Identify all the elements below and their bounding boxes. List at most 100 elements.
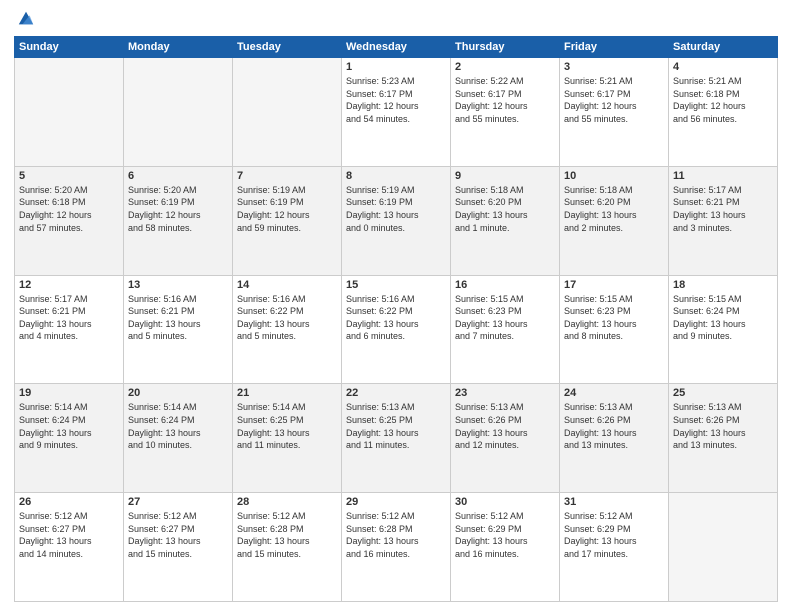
day-cell — [233, 58, 342, 167]
day-number: 25 — [673, 387, 773, 399]
calendar-table: SundayMondayTuesdayWednesdayThursdayFrid… — [14, 36, 778, 602]
day-number: 1 — [346, 61, 446, 73]
day-number: 11 — [673, 170, 773, 182]
day-number: 7 — [237, 170, 337, 182]
day-cell: 12 Sunrise: 5:17 AM Sunset: 6:21 PM Dayli… — [15, 275, 124, 384]
day-cell: 28 Sunrise: 5:12 AM Sunset: 6:28 PM Dayli… — [233, 493, 342, 602]
col-header-tuesday: Tuesday — [233, 37, 342, 58]
day-info: Sunrise: 5:20 AM Sunset: 6:18 PM Dayligh… — [19, 184, 119, 234]
day-info: Sunrise: 5:14 AM Sunset: 6:24 PM Dayligh… — [19, 401, 119, 451]
day-number: 3 — [564, 61, 664, 73]
day-info: Sunrise: 5:18 AM Sunset: 6:20 PM Dayligh… — [564, 184, 664, 234]
day-number: 31 — [564, 496, 664, 508]
day-info: Sunrise: 5:18 AM Sunset: 6:20 PM Dayligh… — [455, 184, 555, 234]
day-info: Sunrise: 5:12 AM Sunset: 6:28 PM Dayligh… — [237, 510, 337, 560]
day-info: Sunrise: 5:12 AM Sunset: 6:29 PM Dayligh… — [455, 510, 555, 560]
col-header-saturday: Saturday — [669, 37, 778, 58]
day-cell: 20 Sunrise: 5:14 AM Sunset: 6:24 PM Dayli… — [124, 384, 233, 493]
day-info: Sunrise: 5:15 AM Sunset: 6:23 PM Dayligh… — [455, 293, 555, 343]
day-info: Sunrise: 5:13 AM Sunset: 6:26 PM Dayligh… — [564, 401, 664, 451]
day-number: 30 — [455, 496, 555, 508]
day-cell: 1 Sunrise: 5:23 AM Sunset: 6:17 PM Daylig… — [342, 58, 451, 167]
day-info: Sunrise: 5:13 AM Sunset: 6:25 PM Dayligh… — [346, 401, 446, 451]
day-cell: 7Sunrise: 5:19 AM Sunset: 6:19 PM Daylig… — [233, 166, 342, 275]
day-number: 15 — [346, 279, 446, 291]
day-info: Sunrise: 5:16 AM Sunset: 6:21 PM Dayligh… — [128, 293, 228, 343]
day-info: Sunrise: 5:20 AM Sunset: 6:19 PM Dayligh… — [128, 184, 228, 234]
day-info: Sunrise: 5:16 AM Sunset: 6:22 PM Dayligh… — [237, 293, 337, 343]
day-number: 9 — [455, 170, 555, 182]
day-info: Sunrise: 5:13 AM Sunset: 6:26 PM Dayligh… — [455, 401, 555, 451]
week-row-3: 19 Sunrise: 5:14 AM Sunset: 6:24 PM Dayli… — [15, 384, 778, 493]
day-number: 18 — [673, 279, 773, 291]
day-number: 19 — [19, 387, 119, 399]
day-cell: 22 Sunrise: 5:13 AM Sunset: 6:25 PM Dayli… — [342, 384, 451, 493]
day-cell: 15 Sunrise: 5:16 AM Sunset: 6:22 PM Dayli… — [342, 275, 451, 384]
day-cell — [669, 493, 778, 602]
week-row-1: 5 Sunrise: 5:20 AM Sunset: 6:18 PM Daylig… — [15, 166, 778, 275]
col-header-friday: Friday — [560, 37, 669, 58]
day-cell: 31 Sunrise: 5:12 AM Sunset: 6:29 PM Dayli… — [560, 493, 669, 602]
day-cell: 4 Sunrise: 5:21 AM Sunset: 6:18 PM Daylig… — [669, 58, 778, 167]
day-info: Sunrise: 5:14 AM Sunset: 6:24 PM Dayligh… — [128, 401, 228, 451]
day-cell: 16 Sunrise: 5:15 AM Sunset: 6:23 PM Dayli… — [451, 275, 560, 384]
day-number: 26 — [19, 496, 119, 508]
day-info: Sunrise: 5:15 AM Sunset: 6:24 PM Dayligh… — [673, 293, 773, 343]
week-row-0: 1 Sunrise: 5:23 AM Sunset: 6:17 PM Daylig… — [15, 58, 778, 167]
header — [14, 10, 778, 28]
col-header-monday: Monday — [124, 37, 233, 58]
logo-icon — [17, 10, 35, 28]
day-number: 16 — [455, 279, 555, 291]
day-cell: 21 Sunrise: 5:14 AM Sunset: 6:25 PM Dayli… — [233, 384, 342, 493]
day-number: 28 — [237, 496, 337, 508]
day-number: 20 — [128, 387, 228, 399]
day-number: 24 — [564, 387, 664, 399]
day-info: Sunrise: 5:17 AM Sunset: 6:21 PM Dayligh… — [19, 293, 119, 343]
day-info: Sunrise: 5:16 AM Sunset: 6:22 PM Dayligh… — [346, 293, 446, 343]
day-info: Sunrise: 5:12 AM Sunset: 6:27 PM Dayligh… — [19, 510, 119, 560]
day-cell: 3 Sunrise: 5:21 AM Sunset: 6:17 PM Daylig… — [560, 58, 669, 167]
day-number: 5 — [19, 170, 119, 182]
page: SundayMondayTuesdayWednesdayThursdayFrid… — [0, 0, 792, 612]
day-number: 29 — [346, 496, 446, 508]
day-info: Sunrise: 5:14 AM Sunset: 6:25 PM Dayligh… — [237, 401, 337, 451]
day-cell: 26 Sunrise: 5:12 AM Sunset: 6:27 PM Dayli… — [15, 493, 124, 602]
day-info: Sunrise: 5:22 AM Sunset: 6:17 PM Dayligh… — [455, 75, 555, 125]
day-number: 14 — [237, 279, 337, 291]
day-info: Sunrise: 5:21 AM Sunset: 6:17 PM Dayligh… — [564, 75, 664, 125]
day-number: 6 — [128, 170, 228, 182]
day-number: 12 — [19, 279, 119, 291]
day-info: Sunrise: 5:12 AM Sunset: 6:28 PM Dayligh… — [346, 510, 446, 560]
day-number: 4 — [673, 61, 773, 73]
day-cell: 9 Sunrise: 5:18 AM Sunset: 6:20 PM Daylig… — [451, 166, 560, 275]
day-cell: 23Sunrise: 5:13 AM Sunset: 6:26 PM Dayli… — [451, 384, 560, 493]
day-number: 13 — [128, 279, 228, 291]
day-cell: 6 Sunrise: 5:20 AM Sunset: 6:19 PM Daylig… — [124, 166, 233, 275]
day-info: Sunrise: 5:12 AM Sunset: 6:29 PM Dayligh… — [564, 510, 664, 560]
day-cell: 30 Sunrise: 5:12 AM Sunset: 6:29 PM Dayli… — [451, 493, 560, 602]
day-cell: 10 Sunrise: 5:18 AM Sunset: 6:20 PM Dayli… — [560, 166, 669, 275]
day-info: Sunrise: 5:13 AM Sunset: 6:26 PM Dayligh… — [673, 401, 773, 451]
day-cell: 11Sunrise: 5:17 AM Sunset: 6:21 PM Dayli… — [669, 166, 778, 275]
day-number: 10 — [564, 170, 664, 182]
day-info: Sunrise: 5:19 AM Sunset: 6:19 PM Dayligh… — [346, 184, 446, 234]
day-cell: 19 Sunrise: 5:14 AM Sunset: 6:24 PM Dayli… — [15, 384, 124, 493]
day-number: 22 — [346, 387, 446, 399]
day-cell: 17Sunrise: 5:15 AM Sunset: 6:23 PM Dayli… — [560, 275, 669, 384]
day-cell: 18 Sunrise: 5:15 AM Sunset: 6:24 PM Dayli… — [669, 275, 778, 384]
day-cell: 5 Sunrise: 5:20 AM Sunset: 6:18 PM Daylig… — [15, 166, 124, 275]
day-number: 17 — [564, 279, 664, 291]
day-info: Sunrise: 5:12 AM Sunset: 6:27 PM Dayligh… — [128, 510, 228, 560]
day-cell: 14 Sunrise: 5:16 AM Sunset: 6:22 PM Dayli… — [233, 275, 342, 384]
day-number: 2 — [455, 61, 555, 73]
day-cell: 25 Sunrise: 5:13 AM Sunset: 6:26 PM Dayli… — [669, 384, 778, 493]
col-header-sunday: Sunday — [15, 37, 124, 58]
day-number: 21 — [237, 387, 337, 399]
day-cell — [15, 58, 124, 167]
col-header-thursday: Thursday — [451, 37, 560, 58]
day-cell: 24 Sunrise: 5:13 AM Sunset: 6:26 PM Dayli… — [560, 384, 669, 493]
week-row-4: 26 Sunrise: 5:12 AM Sunset: 6:27 PM Dayli… — [15, 493, 778, 602]
day-info: Sunrise: 5:21 AM Sunset: 6:18 PM Dayligh… — [673, 75, 773, 125]
day-number: 8 — [346, 170, 446, 182]
day-info: Sunrise: 5:23 AM Sunset: 6:17 PM Dayligh… — [346, 75, 446, 125]
